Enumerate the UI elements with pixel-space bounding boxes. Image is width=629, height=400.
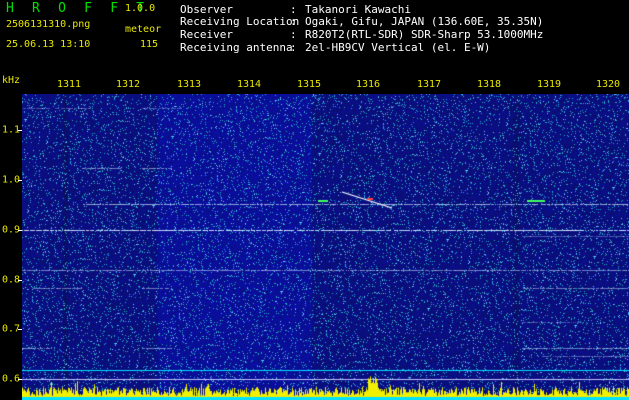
info-key-receiver: Receiver bbox=[180, 28, 233, 41]
info-value-location: Ogaki, Gifu, JAPAN (136.60E, 35.35N) bbox=[305, 15, 544, 28]
info-key-antenna: Receiving antenna bbox=[180, 41, 293, 54]
x-tick-label: 1315 bbox=[296, 79, 322, 90]
y-axis-unit: kHz bbox=[2, 75, 21, 86]
x-tick-label: 1320 bbox=[595, 79, 621, 90]
info-key-location: Receiving Location bbox=[180, 15, 300, 28]
x-tick-label: 1316 bbox=[355, 79, 381, 90]
info-key-observer: Observer bbox=[180, 3, 233, 16]
x-tick-label: 1314 bbox=[236, 79, 262, 90]
x-tick-label: 1313 bbox=[176, 79, 202, 90]
x-tick-label: 1318 bbox=[476, 79, 502, 90]
header-panel: H R O F F T 1.0.0 2506131310.png meteor … bbox=[0, 0, 629, 76]
meteor-count: 115 bbox=[140, 39, 159, 50]
waterfall-spectrogram bbox=[22, 94, 629, 400]
info-sep: : bbox=[290, 41, 297, 54]
x-tick-label: 1319 bbox=[536, 79, 562, 90]
x-tick-label: 1311 bbox=[56, 79, 82, 90]
observation-datetime: 25.06.13 13:10 bbox=[6, 39, 91, 50]
image-filename: 2506131310.png bbox=[6, 19, 91, 30]
info-sep: : bbox=[290, 28, 297, 41]
info-sep: : bbox=[290, 3, 297, 16]
mode-label: meteor bbox=[125, 24, 162, 35]
info-value-antenna: 2el-HB9CV Vertical (el. E-W) bbox=[305, 41, 491, 54]
x-tick-label: 1317 bbox=[416, 79, 442, 90]
app-version: 1.0.0 bbox=[125, 3, 156, 14]
info-sep: : bbox=[290, 15, 297, 28]
info-value-receiver: R820T2(RTL-SDR) SDR-Sharp 53.1000MHz bbox=[305, 28, 544, 41]
info-value-observer: Takanori Kawachi bbox=[305, 3, 411, 16]
x-tick-label: 1312 bbox=[115, 79, 141, 90]
